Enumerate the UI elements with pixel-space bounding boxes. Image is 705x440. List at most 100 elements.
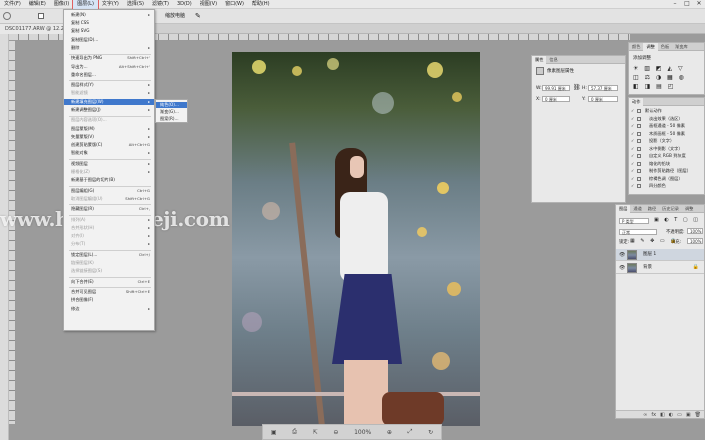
layer-menu-item[interactable]: 新建调整图层(J) ▸ [64,107,154,113]
layer-menu-item[interactable]: 复制 SVG [64,28,154,34]
action-row[interactable]: ✓ 淡出效果（选区） [629,116,704,122]
menu-8[interactable]: 视图(V) [196,0,221,9]
layer-menu-item[interactable]: 复制 CSS [64,20,154,26]
check-icon[interactable]: ✓ [631,123,636,129]
dialog-toggle-icon[interactable] [637,131,641,136]
layer-menu-item[interactable]: 图层编组(G) Ctrl+G [64,188,154,194]
layer-menu-item[interactable]: 图层样式(Y) ▸ [64,82,154,88]
layer-menu-item[interactable]: 新建基于图层的切片(B) [64,177,154,183]
tab-color[interactable]: 颜色 [629,43,643,51]
check-icon[interactable]: ✓ [631,138,636,144]
layer-menu-item[interactable]: 导出为... Alt+Shift+Ctrl+' [64,64,154,70]
filter-icons[interactable]: ▣ ◐ T ▢ ◫ [654,217,700,223]
x-field[interactable]: 0 厘米 [542,96,570,102]
layer-kind-filter[interactable]: P 类型 [619,218,649,224]
zoom-out-icon[interactable]: ⊖ [333,429,338,436]
action-row[interactable]: ✓ 制作剪贴路径（图层） [629,168,704,174]
check-icon[interactable]: ✓ [631,161,636,167]
zoom-level[interactable]: 100% [354,429,371,436]
layer-menu-item[interactable]: 向下合并(E) Ctrl+E [64,279,154,285]
action-row[interactable]: ✓ 熔化的铅块 [629,161,704,167]
link-icon[interactable]: ⛓ [573,84,581,91]
w-field[interactable]: 99.91 厘米 [542,85,570,91]
group-icon[interactable]: ▭ [677,411,682,418]
zoom-option-label[interactable]: 缩放电脑 [165,12,185,21]
eye-icon[interactable]: 👁 [619,252,625,258]
menu-3[interactable]: 图层(L) [72,0,99,10]
layer-row[interactable]: 👁 图层 1 [616,249,704,261]
adjustment-icons[interactable]: ◫ ⚖ ◑ ▦ ◍ [633,74,686,81]
link-layers-icon[interactable]: ∞ [643,411,647,418]
export-icon[interactable]: ⇱ [313,429,318,436]
layer-menu-item[interactable]: 图层内容选项(O)... [64,117,154,123]
fx-icon[interactable]: fx [651,411,656,418]
adjustment-icons[interactable]: ☀ ▥ ◩ ◭ ▽ [633,65,685,72]
zoom-in-icon[interactable]: ⊕ [387,429,392,436]
layer-menu-item[interactable]: 智能对象 ▸ [64,150,154,156]
tab-gradients[interactable]: 渐变库 [672,43,691,51]
action-row[interactable]: ✓ 水中倒影（文字） [629,146,704,152]
tab-adjustments[interactable]: 调整 [643,43,658,51]
action-row[interactable]: ✓ 投影（文字） [629,138,704,144]
action-row[interactable]: ✓ 画框通道 - 50 像素 [629,123,704,129]
checkbox-icon[interactable] [38,13,44,19]
dialog-toggle-icon[interactable] [637,184,641,188]
fill-field[interactable]: 100% [687,238,703,244]
new-layer-icon[interactable]: ▣ [686,411,691,418]
tab-channels[interactable]: 通道 [630,205,644,213]
dialog-toggle-icon[interactable] [637,176,641,181]
layer-menu-item[interactable]: 链接图层(K) [64,260,154,266]
tab-swatches[interactable]: 色板 [658,43,672,51]
fill-submenu-item[interactable]: 纯色(O)... [156,102,187,108]
maximize-icon[interactable]: □ [681,0,693,8]
dialog-toggle-icon[interactable] [637,146,641,151]
layer-menu-item[interactable]: 视频图层 ▸ [64,161,154,167]
layer-menu-item[interactable]: 分布(T) ▸ [64,241,154,247]
menu-5[interactable]: 选择(S) [123,0,148,9]
layer-menu-item[interactable]: 拼合图像(F) [64,297,154,303]
layer-menu-item[interactable]: 新建(N) ▸ [64,12,154,18]
layer-menu-item[interactable]: 智能滤镜 ▸ [64,90,154,96]
menu-7[interactable]: 3D(D) [173,0,196,9]
dialog-toggle-icon[interactable] [637,124,641,128]
action-row[interactable]: ✓ 木质画框 - 50 像素 [629,131,704,137]
fill-submenu-item[interactable]: 图案(R)... [156,116,187,122]
menu-6[interactable]: 滤镜(T) [148,0,173,9]
dialog-toggle-icon[interactable] [637,109,641,113]
check-icon[interactable]: ✓ [631,183,636,189]
rotate-icon[interactable]: ↻ [428,429,433,436]
layer-menu-item[interactable]: 矢量蒙版(V) ▸ [64,134,154,140]
layer-menu-item[interactable]: 合并可见图层 Shift+Ctrl+E [64,289,154,295]
fill-submenu-item[interactable]: 渐变(G)... [156,109,187,115]
tab-layers[interactable]: 图层 [616,205,631,213]
layer-menu-item[interactable]: 选择链接图层(S) [64,268,154,274]
eye-icon[interactable]: 👁 [619,265,625,271]
layer-menu-item[interactable]: 创建剪贴蒙版(C) Alt+Ctrl+G [64,142,154,148]
pen-icon[interactable]: ✎ [195,12,201,21]
action-row[interactable]: ✓ 默认动作 [629,108,704,114]
menu-1[interactable]: 编辑(E) [25,0,50,9]
check-icon[interactable]: ✓ [631,131,636,137]
tab-properties[interactable]: 属性 [532,56,547,64]
dialog-toggle-icon[interactable] [637,154,641,158]
check-icon[interactable]: ✓ [631,176,636,182]
close-icon[interactable]: ✕ [693,0,705,8]
layer-menu-item[interactable]: 排列(A) ▸ [64,217,154,223]
action-row[interactable]: ✓ 自定义 RGB 到灰度 [629,153,704,159]
menu-0[interactable]: 文件(F) [0,0,25,9]
check-icon[interactable]: ✓ [631,108,636,114]
check-icon[interactable]: ✓ [631,146,636,152]
layer-menu-item[interactable]: 图层蒙版(M) ▸ [64,126,154,132]
layer-menu-item[interactable]: 复制图层(D)... [64,37,154,43]
tab-actions[interactable]: 动作 [629,98,644,106]
layer-menu-item[interactable]: 栅格化(Z) ▸ [64,169,154,175]
action-row[interactable]: ✓ 四分颜色 [629,183,704,189]
layer-menu-item[interactable]: 重命名图层... [64,72,154,78]
adjustment-icons[interactable]: ◧ ◨ ▤ ◰ [633,83,675,90]
save-icon[interactable]: ▣ [271,429,277,436]
menu-2[interactable]: 图像(I) [50,0,73,9]
blend-mode-select[interactable]: 正常 [619,229,657,235]
layer-menu-item[interactable]: 新建填充图层(W) ▸ [64,98,154,105]
dialog-toggle-icon[interactable] [637,161,641,166]
canvas-photo[interactable] [232,52,480,426]
